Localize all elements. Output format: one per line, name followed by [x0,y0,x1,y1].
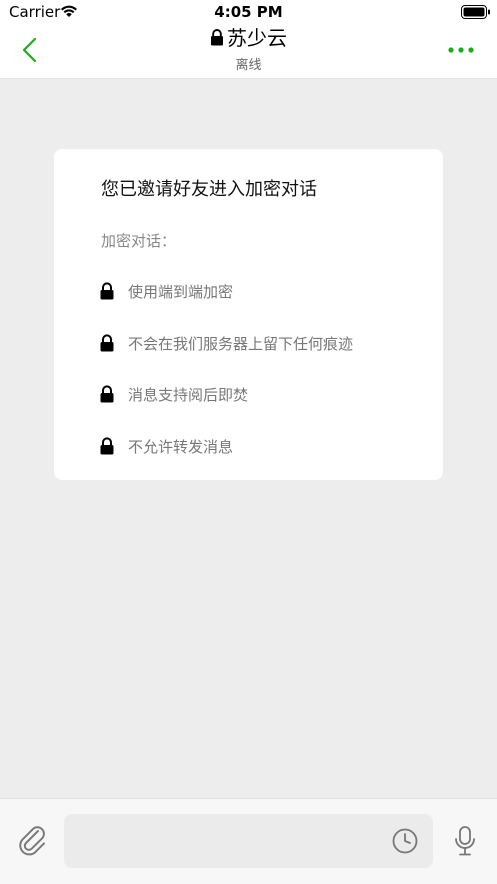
card-title: 您已邀请好友进入加密对话 [101,179,317,200]
feature-item: 消息支持阅后即焚 [99,383,248,405]
clock-icon[interactable] [391,827,419,855]
feature-text: 不会在我们服务器上留下任何痕迹 [128,334,354,353]
microphone-icon[interactable] [452,825,478,857]
card-subhead: 加密对话： [101,232,177,250]
battery-icon [461,5,490,19]
lock-icon [211,29,223,46]
message-input[interactable] [64,814,433,868]
status-time: 4:05 PM [214,3,283,21]
feature-item: 不允许转发消息 [99,435,233,457]
feature-text: 使用端到端加密 [128,282,234,301]
status-bar: Carrier 4:05 PM [0,0,497,24]
feature-text: 不允许转发消息 [128,437,234,456]
feature-text: 消息支持阅后即焚 [128,385,249,404]
feature-item: 使用端到端加密 [99,280,233,302]
encryption-info-card: 您已邀请好友进入加密对话 加密对话： 使用端到端加密 不会在我们服务器上留下任何… [54,149,443,480]
feature-item: 不会在我们服务器上留下任何痕迹 [99,332,353,354]
chat-title: 苏少云 [0,25,497,51]
lock-icon [100,334,114,352]
contact-status: 离线 [235,58,262,73]
paperclip-icon[interactable] [16,823,50,857]
ellipsis-icon[interactable] [447,44,475,56]
navigation-bar: 苏少云 离线 [0,24,497,79]
lock-icon [100,282,114,300]
lock-icon [100,385,114,403]
message-input-bar [0,798,497,884]
contact-name: 苏少云 [227,26,287,50]
lock-icon [100,437,114,455]
